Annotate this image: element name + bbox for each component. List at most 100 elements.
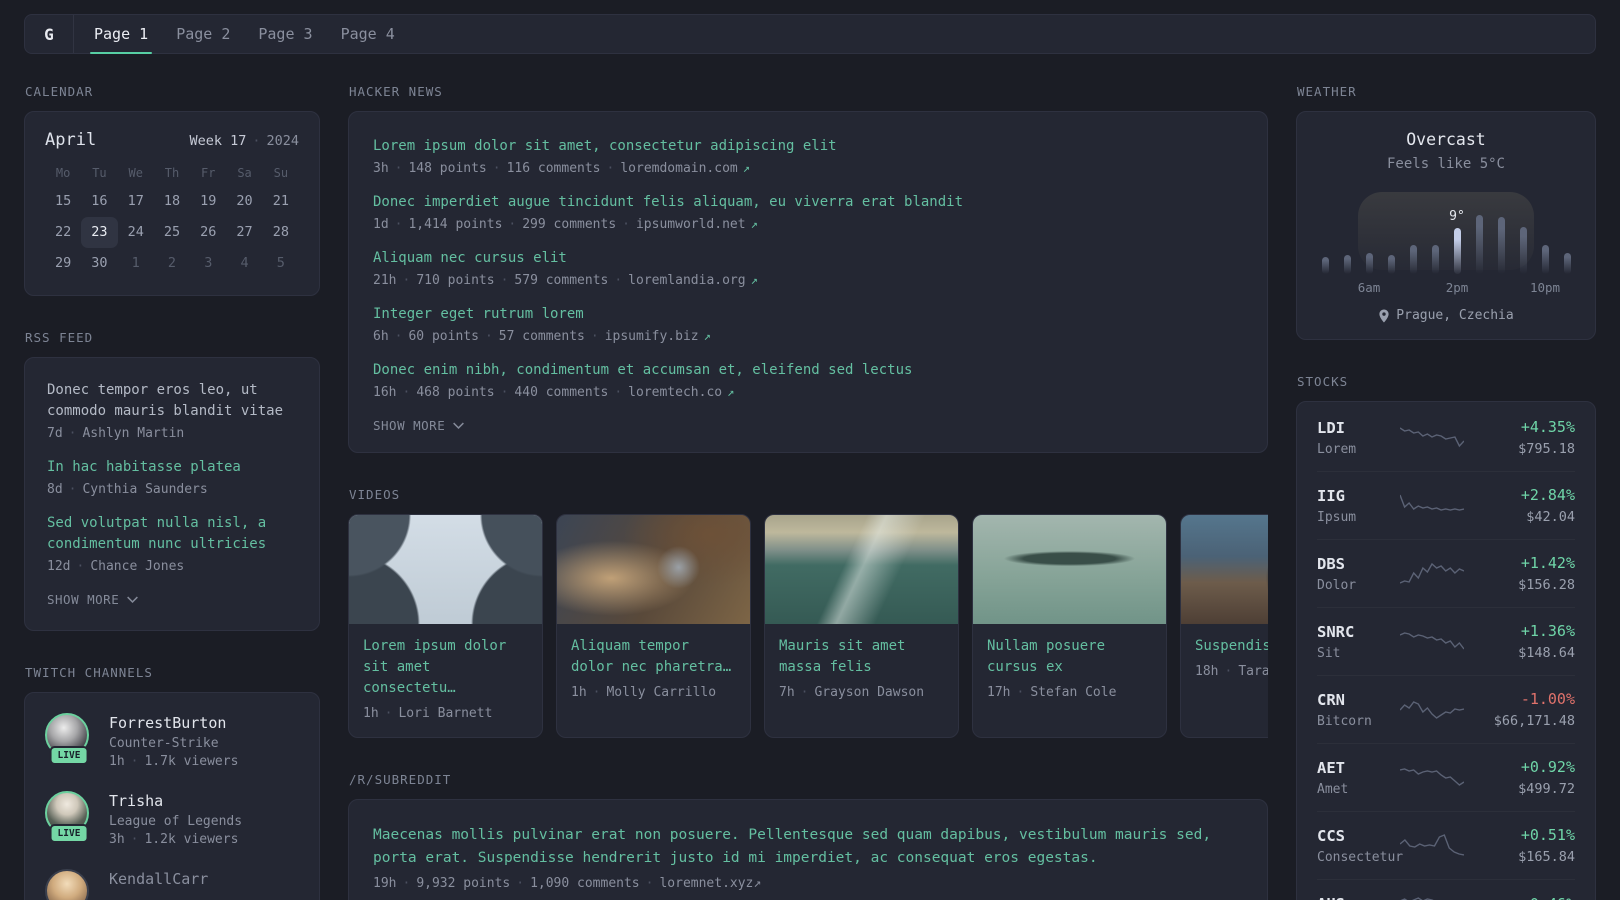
- weather-bar: [1541, 245, 1549, 274]
- feed-item: Sed volutpat nulla nisl, a condimentum n…: [47, 513, 297, 574]
- video-card[interactable]: Lorem ipsum dolor sit amet consectetu… 1…: [348, 514, 543, 738]
- video-thumbnail: [557, 515, 750, 624]
- navbar: G Page 1 Page 2 Page 3 Page 4: [24, 14, 1596, 54]
- stocks-widget: STOCKS LDI Lorem +4.35% $795.18 IIG Ipsu…: [1296, 374, 1596, 900]
- calendar-year: 2024: [266, 133, 299, 149]
- video-title[interactable]: Aliquam tempor dolor nec pharetra…: [571, 636, 736, 678]
- stock-row[interactable]: CCS Consectetur +0.51% $165.84: [1317, 811, 1575, 879]
- feed-item-title[interactable]: In hac habitasse platea: [47, 457, 297, 478]
- weather-bar: [1343, 255, 1351, 274]
- stocks-widget-label: STOCKS: [1297, 374, 1349, 389]
- calendar-day: 30: [91, 255, 108, 271]
- feed-item-title[interactable]: Sed volutpat nulla nisl, a condimentum n…: [47, 513, 297, 555]
- feed-item-title[interactable]: Donec imperdiet augue tincidunt felis al…: [373, 192, 1243, 213]
- location-pin-icon: [1379, 309, 1389, 322]
- video-thumbnail: [765, 515, 958, 624]
- hacker-news-card: Lorem ipsum dolor sit amet, consectetur …: [348, 111, 1268, 453]
- video-title[interactable]: Suspendisse diam: [1195, 636, 1268, 657]
- stock-name: Consectetur: [1317, 849, 1404, 865]
- weather-bar-slot: [1468, 215, 1490, 274]
- weather-axis-label: 6am: [1357, 280, 1381, 295]
- weather-bar: [1409, 245, 1417, 274]
- nav-tab[interactable]: Page 1: [80, 15, 162, 54]
- feed-item: Donec enim nibh, condimentum et accumsan…: [373, 360, 1243, 400]
- twitch-channel-name[interactable]: Trisha: [109, 791, 242, 811]
- calendar-weekday: Sa: [237, 166, 252, 180]
- feed-item-title[interactable]: Lorem ipsum dolor sit amet, consectetur …: [373, 136, 1243, 157]
- external-link-icon: ↗: [703, 329, 711, 343]
- calendar-day: 29: [55, 255, 72, 271]
- subreddit-post-title[interactable]: Maecenas mollis pulvinar erat non posuer…: [373, 824, 1243, 870]
- video-card[interactable]: Aliquam tempor dolor nec pharetra… 1h · Mo…: [556, 514, 751, 738]
- weather-bar-slot: 9°: [1446, 209, 1468, 274]
- weather-axis-label: 10pm: [1529, 280, 1561, 295]
- stock-row[interactable]: IIG Ipsum +2.84% $42.04: [1317, 471, 1575, 539]
- feed-item-meta: 7d · Ashlyn Martin: [47, 426, 185, 441]
- right-column: WEATHER Overcast Feels like 5°C 9° 6am 2…: [1296, 54, 1596, 900]
- stock-row[interactable]: LDI Lorem +4.35% $795.18: [1317, 404, 1575, 471]
- weather-axis-label: 2pm: [1445, 280, 1469, 295]
- feed-item-title[interactable]: Donec tempor eros leo, ut commodo mauris…: [47, 380, 297, 422]
- nav-tab[interactable]: Page 3: [244, 15, 326, 53]
- nav-tab[interactable]: Page 4: [327, 15, 409, 53]
- live-badge: LIVE: [49, 824, 89, 843]
- twitch-channel[interactable]: LIVE ForrestBurton Counter-Strike 1h · 1.7…: [45, 713, 299, 769]
- stock-change: +4.35%: [1520, 418, 1575, 436]
- feed-item: Donec tempor eros leo, ut commodo mauris…: [47, 380, 297, 441]
- nav-tab-label: Page 2: [176, 25, 231, 43]
- weather-axis-labels: 6am 2pm 10pm: [1314, 280, 1578, 296]
- twitch-channel[interactable]: KendallCarr: [45, 869, 299, 900]
- stock-change: +0.92%: [1520, 758, 1575, 776]
- stock-row[interactable]: SNRC Sit +1.36% $148.64: [1317, 607, 1575, 675]
- hn-show-more-button[interactable]: SHOW MORE: [373, 418, 465, 433]
- stock-row[interactable]: AHS +0.46%: [1317, 879, 1575, 900]
- rss-show-more-button[interactable]: SHOW MORE: [47, 592, 139, 607]
- stock-price: $156.28: [1518, 577, 1575, 593]
- stock-name: Dolor: [1317, 577, 1357, 593]
- feed-item-meta: 12d · Chance Jones: [47, 559, 185, 574]
- twitch-channel[interactable]: LIVE Trisha League of Legends 3h · 1.2k vi…: [45, 791, 299, 847]
- chevron-down-icon: [127, 596, 139, 603]
- calendar-weekday: Su: [273, 166, 289, 180]
- twitch-channel-name[interactable]: ForrestBurton: [109, 713, 238, 733]
- stock-change: +0.46%: [1471, 894, 1575, 900]
- subreddit-post: Maecenas mollis pulvinar erat non posuer…: [373, 824, 1243, 891]
- video-meta: 1h · Lori Barnett: [363, 706, 493, 721]
- weather-bar-slot: [1314, 257, 1336, 274]
- stock-price: $66,171.48: [1493, 713, 1575, 729]
- chevron-down-icon: [453, 422, 465, 429]
- video-title[interactable]: Nullam posuere cursus ex: [987, 636, 1152, 678]
- weather-bar-slot: [1512, 227, 1534, 274]
- stock-row[interactable]: CRN Bitcorn -1.00% $66,171.48: [1317, 675, 1575, 743]
- weather-bar: [1475, 215, 1483, 274]
- video-title[interactable]: Mauris sit amet massa felis: [779, 636, 944, 678]
- video-card[interactable]: Mauris sit amet massa felis 7h · Grayson D…: [764, 514, 959, 738]
- weather-bar: [1431, 245, 1439, 274]
- nav-tab-label: Page 4: [340, 25, 395, 43]
- calendar-day: 23: [81, 217, 118, 248]
- feed-item-title[interactable]: Integer eget rutrum lorem: [373, 304, 1243, 325]
- stock-row[interactable]: AET Amet +0.92% $499.72: [1317, 743, 1575, 811]
- video-card[interactable]: Suspendisse diam 18h·Tara: [1180, 514, 1268, 738]
- feed-item-title[interactable]: Donec enim nibh, condimentum et accumsan…: [373, 360, 1243, 381]
- feed-item: Donec imperdiet augue tincidunt felis al…: [373, 192, 1243, 232]
- middle-column: HACKER NEWS Lorem ipsum dolor sit amet, …: [348, 54, 1268, 900]
- stock-sparkline: [1400, 768, 1464, 786]
- video-title[interactable]: Lorem ipsum dolor sit amet consectetu…: [363, 636, 528, 699]
- stock-row[interactable]: DBS Dolor +1.42% $156.28: [1317, 539, 1575, 607]
- nav-tab[interactable]: Page 2: [162, 15, 244, 53]
- nav-tabs: Page 1 Page 2 Page 3 Page 4: [80, 15, 409, 54]
- calendar-widget: CALENDAR April Week 17 · 2024 Mo Tu We Th Fr Sa…: [24, 84, 320, 296]
- video-thumbnail: [1181, 515, 1268, 624]
- video-card[interactable]: Nullam posuere cursus ex 17h · Stefan Cole: [972, 514, 1167, 738]
- calendar-day: 18: [163, 193, 181, 209]
- show-more-label: SHOW MORE: [373, 418, 446, 433]
- stock-change: +1.36%: [1520, 622, 1575, 640]
- twitch-widget-label: TWITCH CHANNELS: [25, 665, 153, 680]
- calendar-days-grid: 15 16 17 18 19 20 21 22 23 24 25 26 27 28 29 30 1 2 3 4 5: [45, 186, 299, 279]
- calendar-day: 16: [91, 193, 108, 209]
- feed-item-title[interactable]: Aliquam nec cursus elit: [373, 248, 1243, 269]
- feed-item: Aliquam nec cursus elit 21h · 710 points · 5…: [373, 248, 1243, 288]
- app-logo[interactable]: G: [25, 15, 73, 53]
- twitch-channel-name[interactable]: KendallCarr: [109, 869, 208, 889]
